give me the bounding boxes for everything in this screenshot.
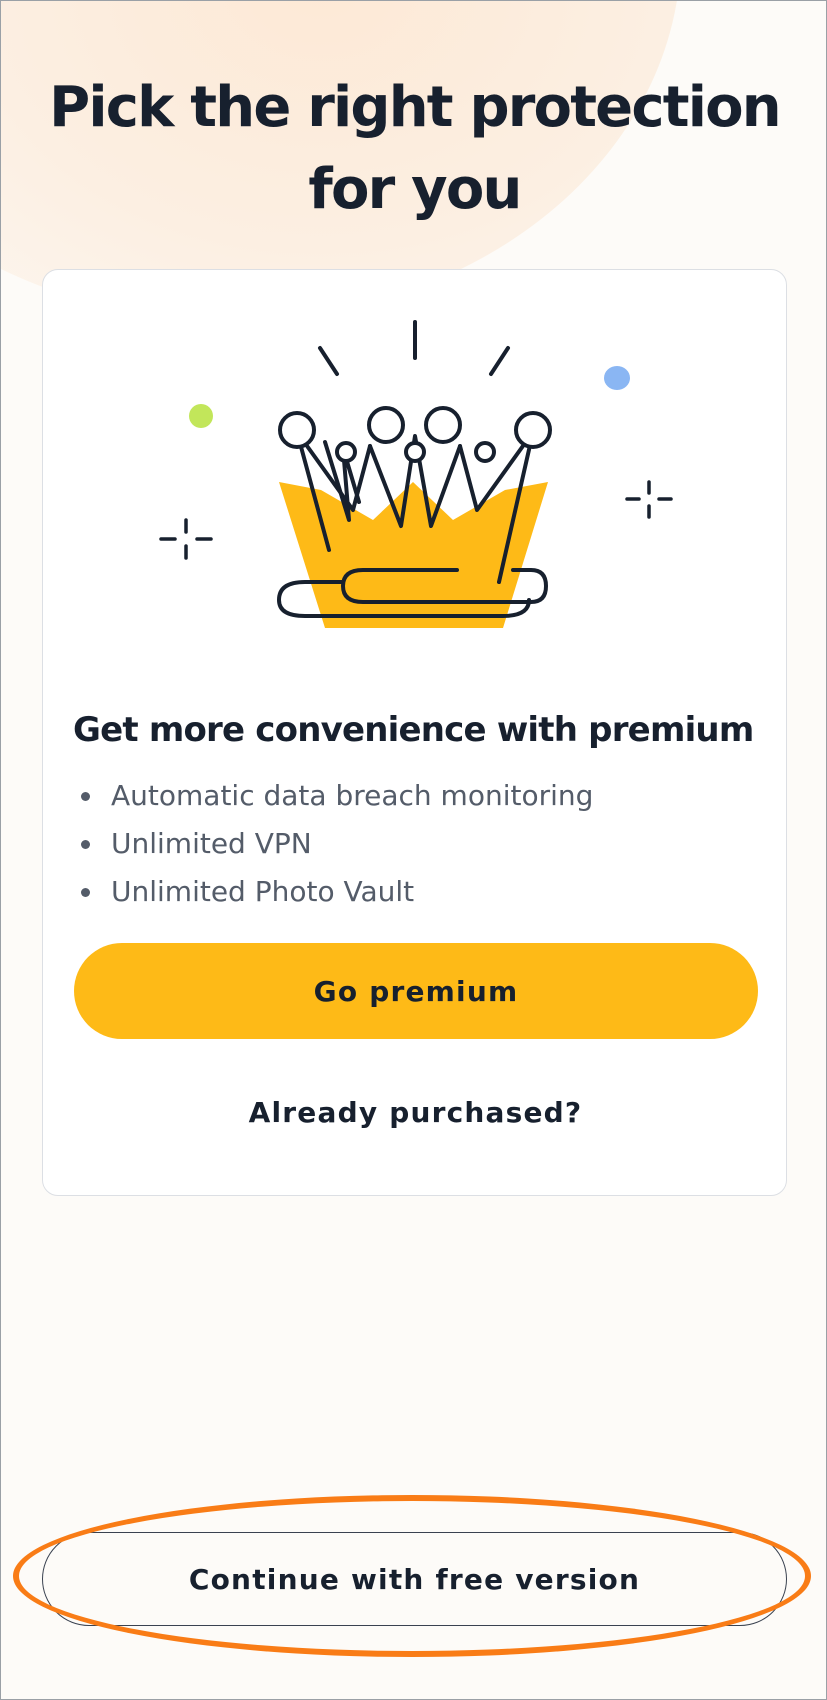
sparkle-left-icon: [159, 518, 213, 560]
bullet-icon: [81, 840, 90, 849]
page-title: Pick the right protection for you: [49, 75, 782, 222]
continue-free-button[interactable]: Continue with free version: [42, 1532, 787, 1626]
confetti-green-icon: [189, 404, 213, 428]
crown-icon: [277, 406, 552, 628]
sparkle-rays: [318, 320, 510, 376]
confetti-blue-icon: [604, 366, 630, 390]
feature-label: Automatic data breach monitoring: [111, 779, 594, 812]
premium-heading: Get more convenience with premium: [73, 710, 754, 750]
feature-item: Unlimited VPN: [81, 820, 593, 868]
feature-list: Automatic data breach monitoring Unlimit…: [81, 772, 593, 916]
go-premium-button[interactable]: Go premium: [74, 943, 758, 1039]
bullet-icon: [81, 888, 90, 897]
feature-item: Automatic data breach monitoring: [81, 772, 593, 820]
app-screen: Pick the right protection for you Get mo…: [0, 0, 827, 1700]
already-purchased-link[interactable]: Already purchased?: [43, 1096, 788, 1129]
crown-illustration: [159, 320, 673, 628]
feature-label: Unlimited Photo Vault: [111, 875, 415, 908]
feature-label: Unlimited VPN: [111, 827, 312, 860]
feature-item: Unlimited Photo Vault: [81, 868, 593, 916]
sparkle-right-icon: [625, 480, 673, 519]
premium-card: Get more convenience with premium Automa…: [42, 269, 787, 1196]
bullet-icon: [81, 792, 90, 801]
